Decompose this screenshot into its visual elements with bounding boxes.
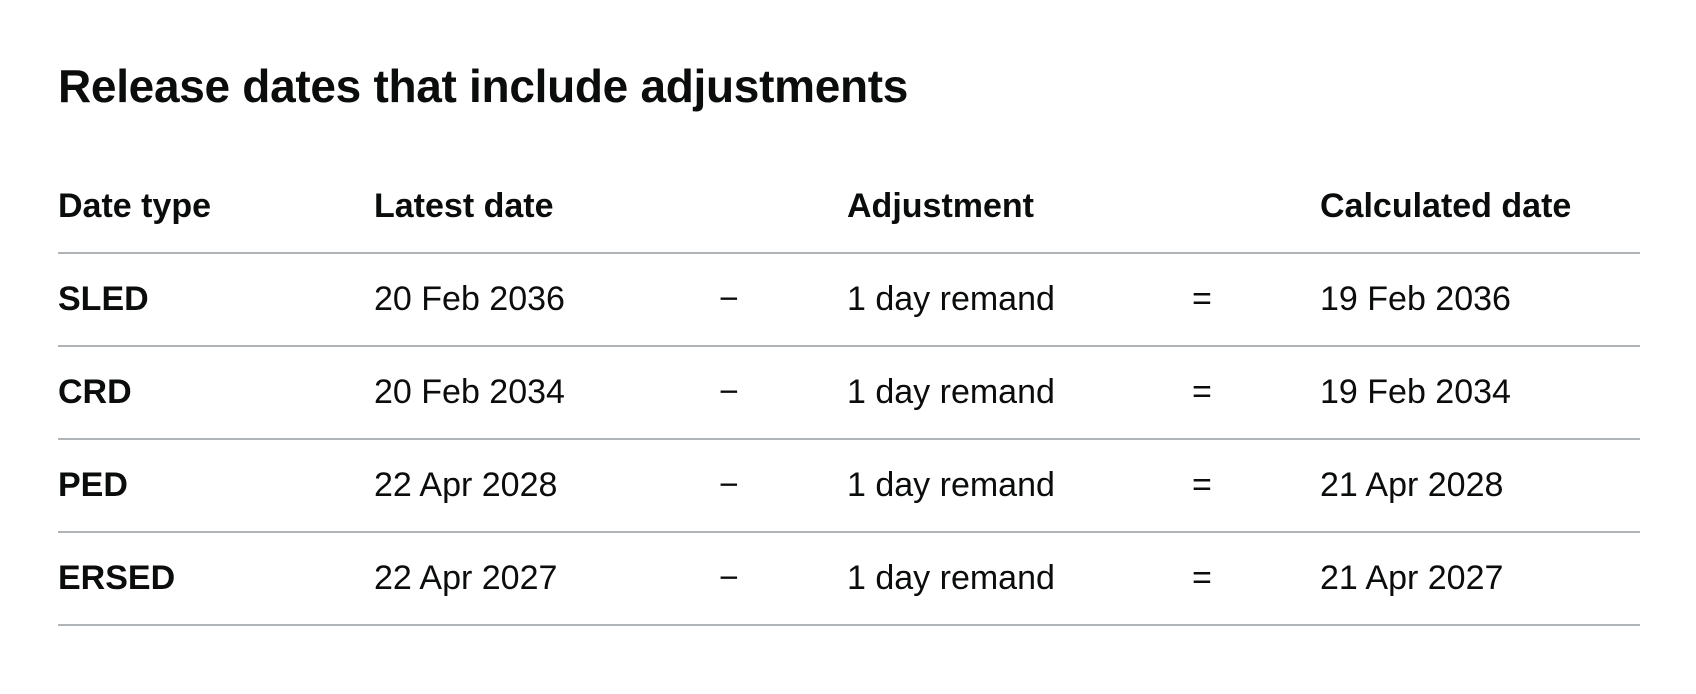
table-row: PED 22 Apr 2028 − 1 day remand = 21 Apr … [58, 439, 1640, 533]
adjustment-cell: 1 day remand [847, 253, 1192, 347]
column-header-date-type: Date type [58, 166, 374, 254]
latest-date-cell: 20 Feb 2036 [374, 253, 719, 347]
latest-date-cell: 20 Feb 2034 [374, 346, 719, 440]
date-type-cell: PED [58, 439, 374, 533]
adjustment-cell: 1 day remand [847, 532, 1192, 626]
calculated-date-cell: 19 Feb 2036 [1320, 253, 1640, 347]
equals-operator: = [1192, 439, 1320, 533]
minus-operator: − [719, 532, 847, 626]
minus-operator: − [719, 253, 847, 347]
adjustment-cell: 1 day remand [847, 346, 1192, 440]
latest-date-cell: 22 Apr 2028 [374, 439, 719, 533]
table-header: Date type Latest date Adjustment Calcula… [58, 166, 1640, 254]
minus-operator: − [719, 346, 847, 440]
calculated-date-cell: 19 Feb 2034 [1320, 346, 1640, 440]
table-row: SLED 20 Feb 2036 − 1 day remand = 19 Feb… [58, 253, 1640, 347]
column-header-adjustment: Adjustment [847, 166, 1192, 254]
equals-operator: = [1192, 253, 1320, 347]
equals-operator: = [1192, 532, 1320, 626]
table-header-row: Date type Latest date Adjustment Calcula… [58, 166, 1640, 254]
equals-operator: = [1192, 346, 1320, 440]
table-row: ERSED 22 Apr 2027 − 1 day remand = 21 Ap… [58, 532, 1640, 626]
date-type-cell: CRD [58, 346, 374, 440]
column-header-operator-minus [719, 166, 847, 254]
calculated-date-cell: 21 Apr 2027 [1320, 532, 1640, 626]
adjustment-cell: 1 day remand [847, 439, 1192, 533]
calculated-date-cell: 21 Apr 2028 [1320, 439, 1640, 533]
table-row: CRD 20 Feb 2034 − 1 day remand = 19 Feb … [58, 346, 1640, 440]
date-type-cell: ERSED [58, 532, 374, 626]
page-title: Release dates that include adjustments [58, 60, 909, 112]
latest-date-cell: 22 Apr 2027 [374, 532, 719, 626]
date-type-cell: SLED [58, 253, 374, 347]
table-body: SLED 20 Feb 2036 − 1 day remand = 19 Feb… [58, 253, 1640, 626]
minus-operator: − [719, 439, 847, 533]
column-header-latest-date: Latest date [374, 166, 719, 254]
column-header-operator-equals [1192, 166, 1320, 254]
release-dates-table: Date type Latest date Adjustment Calcula… [58, 166, 1640, 626]
column-header-calculated-date: Calculated date [1320, 166, 1640, 254]
release-dates-panel: Release dates that include adjustments D… [0, 0, 1696, 694]
